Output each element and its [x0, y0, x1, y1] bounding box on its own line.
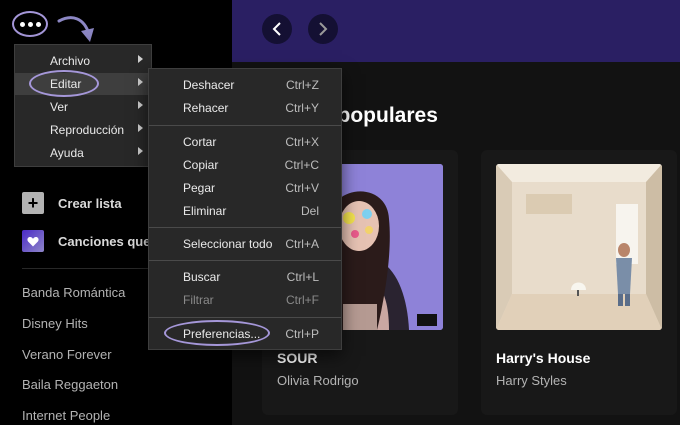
menu-item-editar[interactable]: Editar	[15, 73, 151, 95]
menu-separator	[149, 260, 341, 261]
plus-icon: +	[22, 192, 44, 214]
album-artist[interactable]: Harry Styles	[496, 373, 567, 388]
menu-item-label: Archivo	[50, 54, 91, 68]
shortcut-label: Ctrl+L	[286, 270, 319, 284]
sidebar-playlist-item[interactable]: Internet People	[22, 408, 110, 423]
submenu-item-copiar[interactable]: Copiar Ctrl+C	[149, 154, 341, 176]
shortcut-label: Ctrl+A	[285, 237, 319, 251]
shortcut-label: Ctrl+V	[285, 181, 319, 195]
chevron-right-icon	[138, 147, 143, 155]
menu-item-reproduccion[interactable]: Reproducción	[15, 119, 151, 141]
chevron-right-icon	[138, 55, 143, 63]
menu-item-label: Ayuda	[50, 146, 84, 160]
album-title[interactable]: Harry's House	[496, 350, 590, 366]
submenu-item-label: Rehacer	[183, 101, 229, 115]
submenu-item-seleccionar-todo[interactable]: Seleccionar todo Ctrl+A	[149, 233, 341, 255]
submenu-item-label: Deshacer	[183, 78, 235, 92]
chevron-right-icon	[138, 124, 143, 132]
menu-item-ayuda[interactable]: Ayuda	[15, 142, 151, 164]
submenu-item-label: Preferencias...	[183, 327, 261, 341]
submenu-item-label: Pegar	[183, 181, 216, 195]
shortcut-label: Del	[300, 204, 319, 218]
app-menu: Archivo Editar Ver Reproducción Ayuda	[14, 44, 152, 167]
submenu-item-cortar[interactable]: Cortar Ctrl+X	[149, 131, 341, 153]
liked-songs-label: Canciones que	[58, 233, 151, 249]
submenu-item-eliminar[interactable]: Eliminar Del	[149, 200, 341, 222]
menu-separator	[149, 317, 341, 318]
liked-songs-button[interactable]: Canciones que	[22, 230, 150, 252]
create-playlist-label: Crear lista	[58, 195, 122, 211]
dot-icon	[27, 21, 33, 27]
more-options-button[interactable]	[12, 10, 48, 38]
sidebar-playlist-item[interactable]: Banda Romántica	[22, 285, 125, 300]
annotation-arrow-icon	[57, 16, 94, 42]
menu-item-ver[interactable]: Ver	[15, 96, 151, 118]
shortcut-label: Ctrl+Y	[285, 101, 319, 115]
album-artist[interactable]: Olivia Rodrigo	[277, 373, 359, 388]
menu-item-label: Reproducción	[50, 123, 125, 137]
sidebar-playlist-item[interactable]: Disney Hits	[22, 316, 88, 331]
dot-icon	[19, 21, 25, 27]
submenu-item-label: Seleccionar todo	[183, 237, 273, 251]
chevron-right-icon	[319, 22, 328, 36]
edit-submenu: Deshacer Ctrl+Z Rehacer Ctrl+Y Cortar Ct…	[148, 68, 342, 350]
menu-separator	[149, 227, 341, 228]
back-button[interactable]	[262, 14, 292, 44]
forward-button[interactable]	[308, 14, 338, 44]
shortcut-label: Ctrl+X	[285, 135, 319, 149]
menu-separator	[149, 125, 341, 126]
shortcut-label: Ctrl+C	[284, 158, 319, 172]
sidebar-playlist-item[interactable]: Baila Reggaeton	[22, 377, 118, 392]
shortcut-label: Ctrl+F	[286, 293, 319, 307]
submenu-item-pegar[interactable]: Pegar Ctrl+V	[149, 177, 341, 199]
top-bar	[232, 0, 680, 62]
chevron-right-icon	[138, 101, 143, 109]
album-card-harrys-house[interactable]: Harry's House Harry Styles	[481, 150, 677, 415]
submenu-item-filtrar: Filtrar Ctrl+F	[149, 289, 341, 311]
sidebar-playlist-item[interactable]: Verano Forever	[22, 347, 112, 362]
shortcut-label: Ctrl+Z	[286, 78, 319, 92]
menu-item-label: Ver	[50, 100, 69, 114]
submenu-item-preferencias[interactable]: Preferencias... Ctrl+P	[149, 323, 341, 345]
chevron-left-icon	[272, 22, 281, 36]
album-cover-harrys-house	[496, 164, 662, 330]
shortcut-label: Ctrl+P	[285, 327, 319, 341]
submenu-item-rehacer[interactable]: Rehacer Ctrl+Y	[149, 97, 341, 119]
menu-item-label: Editar	[50, 77, 82, 91]
submenu-item-label: Copiar	[183, 158, 219, 172]
dot-icon	[35, 21, 41, 27]
album-title[interactable]: SOUR	[277, 350, 317, 366]
submenu-item-label: Eliminar	[183, 204, 227, 218]
submenu-item-buscar[interactable]: Buscar Ctrl+L	[149, 266, 341, 288]
submenu-item-label: Cortar	[183, 135, 217, 149]
submenu-item-label: Buscar	[183, 270, 221, 284]
submenu-item-label: Filtrar	[183, 293, 214, 307]
create-playlist-button[interactable]: + Crear lista	[22, 192, 122, 214]
menu-item-archivo[interactable]: Archivo	[15, 50, 151, 72]
chevron-right-icon	[138, 78, 143, 86]
heart-icon	[22, 230, 44, 252]
submenu-item-deshacer[interactable]: Deshacer Ctrl+Z	[149, 74, 341, 96]
